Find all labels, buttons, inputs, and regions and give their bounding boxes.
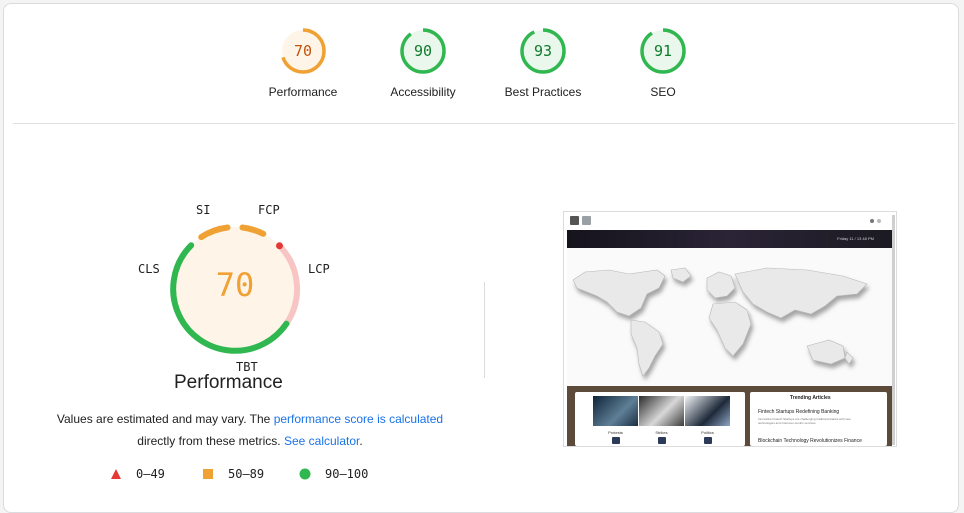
see-calculator-link[interactable]: See calculator <box>284 434 359 448</box>
section-divider <box>13 123 955 124</box>
photo-strikes <box>639 396 684 426</box>
user-icon <box>870 219 874 223</box>
world-map-illustration <box>572 267 868 377</box>
strikes-button <box>658 437 666 444</box>
gauge-best-practices[interactable]: 93 Best Practices <box>483 26 603 99</box>
performance-title: Performance <box>174 372 283 393</box>
metric-label-si: SI <box>196 203 211 217</box>
trending-title: Trending Articles <box>790 395 831 401</box>
menu-icon <box>570 216 579 225</box>
photo-politics <box>685 396 730 426</box>
gauge-accessibility[interactable]: 90 Accessibility <box>363 26 483 99</box>
settings-icon <box>877 219 881 223</box>
final-screenshot[interactable]: Friday 11 / 13 48 PM Protests Strikes Po… <box>563 211 897 447</box>
metric-label-fcp: FCP <box>258 203 280 217</box>
screenshot-scrollbar <box>892 215 895 445</box>
politics-button <box>704 437 712 444</box>
legend-average-range: 50–89 <box>228 467 265 481</box>
screenshot-bottom-section: Protests Strikes Politics Trending Artic… <box>567 386 892 446</box>
gauge-performance-ring: 70 <box>280 28 326 74</box>
category-gauges: 70 Performance 90 Accessibility 93 Best … <box>4 4 960 124</box>
logo-icon <box>582 216 591 225</box>
gauge-best-practices-label: Best Practices <box>504 85 582 99</box>
square-icon <box>203 469 213 479</box>
gauge-best-practices-score: 93 <box>534 42 552 60</box>
legend-pass: 90–100 <box>299 467 368 481</box>
gauge-accessibility-ring: 90 <box>400 28 446 74</box>
trending-articles-card: Trending Articles Fintech Startups Redef… <box>750 392 887 446</box>
world-map-image <box>567 248 892 386</box>
fcp-lcp-marker <box>276 242 283 250</box>
metric-label-cls: CLS <box>138 262 160 276</box>
gauge-seo-label: SEO <box>650 85 676 99</box>
legend-average: 50–89 <box>202 467 264 481</box>
score-calculated-link[interactable]: performance score is calculated <box>274 412 443 426</box>
article-1-text: Innovative Fintech Startups are challeng… <box>758 417 851 425</box>
performance-big-score: 70 <box>216 266 255 304</box>
legend-fail-range: 0–49 <box>136 467 165 481</box>
desc-text-1: Values are estimated and may vary. The <box>56 412 271 426</box>
legend-pass-range: 90–100 <box>325 467 369 481</box>
gauge-seo-ring: 91 <box>640 28 686 74</box>
lighthouse-report: 70 Performance 90 Accessibility 93 Best … <box>3 3 959 513</box>
gauge-performance[interactable]: 70 Performance <box>243 26 363 99</box>
article-2-title: Blockchain Technology Revolutionizes Fin… <box>758 438 862 444</box>
banner-datetime: Friday 11 / 13 48 PM <box>837 236 874 241</box>
performance-description: Values are estimated and may vary. The p… <box>24 408 476 452</box>
gauge-accessibility-score: 90 <box>414 42 432 60</box>
gauge-best-practices-ring: 93 <box>520 28 566 74</box>
desc-text-2: directly from these metrics. <box>137 434 281 448</box>
gauge-seo-score: 91 <box>654 42 672 60</box>
protests-button <box>612 437 620 444</box>
photo-label-protests: Protests <box>608 430 623 435</box>
performance-metrics-gauge: 70 <box>170 224 300 354</box>
metric-label-lcp: LCP <box>308 262 330 276</box>
article-1-title: Fintech Startups Redefining Banking <box>758 409 840 415</box>
photo-card: Protests Strikes Politics <box>575 392 745 446</box>
gauge-seo[interactable]: 91 SEO <box>603 26 723 99</box>
vertical-divider <box>484 282 485 378</box>
desc-text-3: . <box>359 434 363 448</box>
circle-icon <box>299 468 311 480</box>
gauge-performance-score: 70 <box>294 42 312 60</box>
gauge-accessibility-label: Accessibility <box>390 85 456 99</box>
screenshot-header <box>564 212 896 230</box>
legend-fail: 0–49 <box>110 467 165 481</box>
screenshot-banner: Friday 11 / 13 48 PM <box>567 230 892 248</box>
photo-label-politics: Politics <box>701 430 714 435</box>
photo-protests <box>593 396 638 426</box>
photo-label-strikes: Strikes <box>655 430 668 435</box>
triangle-icon <box>111 469 121 479</box>
gauge-performance-label: Performance <box>268 85 338 99</box>
